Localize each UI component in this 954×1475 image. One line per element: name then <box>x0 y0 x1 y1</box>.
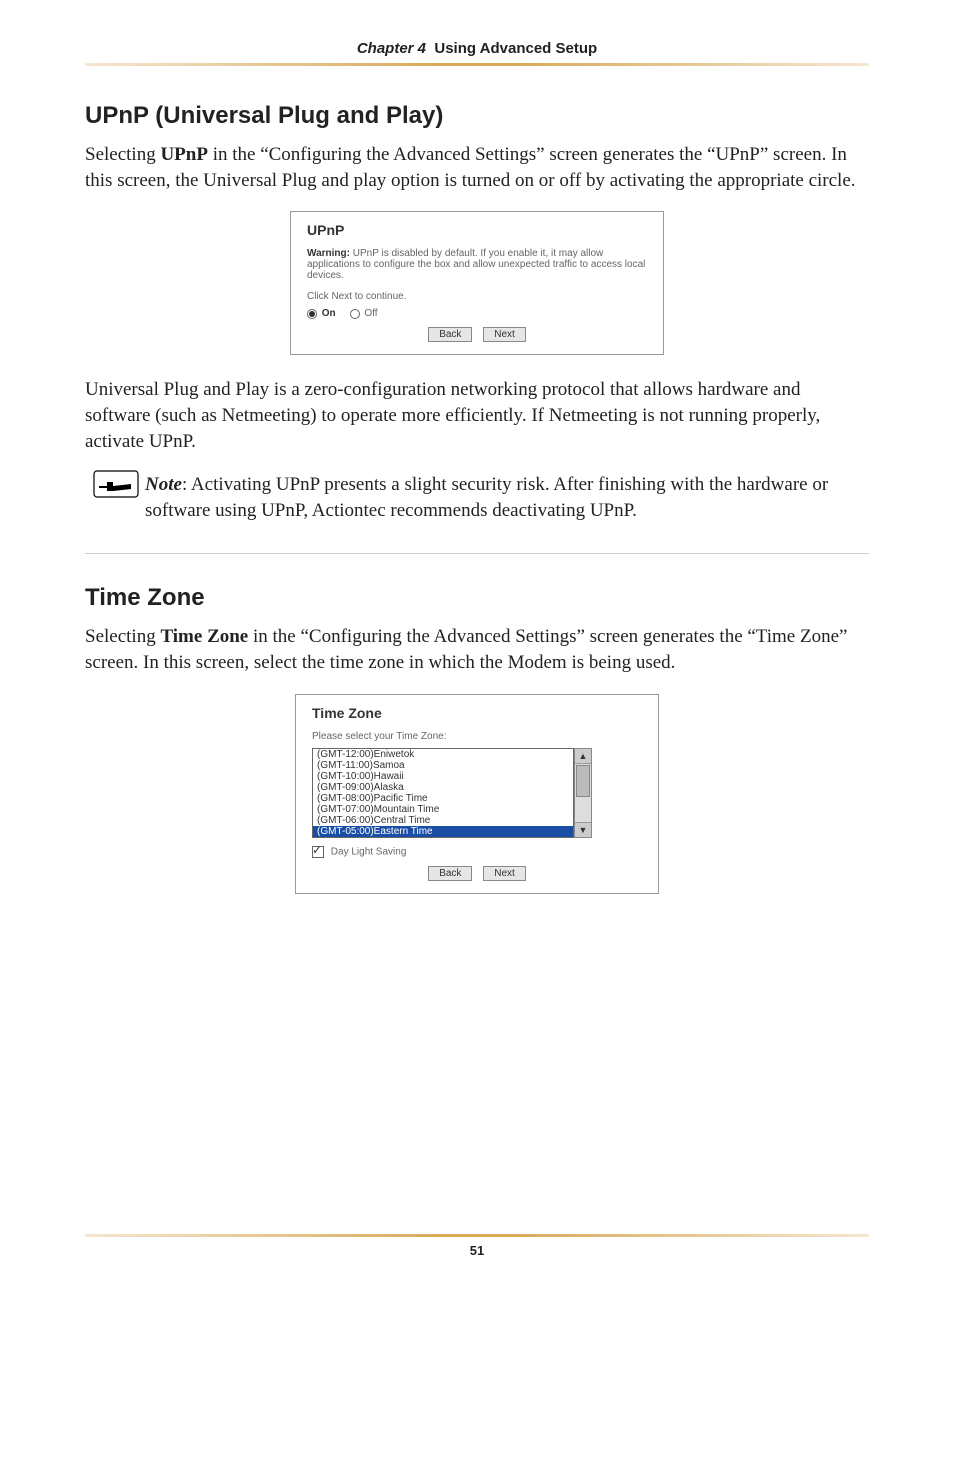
upnp-paragraph-2: Universal Plug and Play is a zero-config… <box>85 377 869 454</box>
listbox-scrollbar[interactable]: ▲ ▼ <box>574 748 592 838</box>
footer-rule <box>85 1234 869 1237</box>
timezone-option[interactable]: (GMT-05:00)Eastern Time <box>313 826 573 837</box>
warning-label: Warning: <box>307 248 350 259</box>
note-block: Note: Activating UPnP presents a slight … <box>145 472 869 523</box>
chapter-label: Chapter 4 <box>357 40 426 57</box>
text-bold: Time Zone <box>160 626 248 647</box>
click-next-text: Click Next to continue. <box>307 291 647 302</box>
timezone-heading: Time Zone <box>85 584 869 612</box>
text-bold: UPnP <box>160 144 208 165</box>
upnp-heading: UPnP (Universal Plug and Play) <box>85 102 869 130</box>
note-hand-icon <box>93 470 139 498</box>
radio-on-label: On <box>322 308 336 319</box>
text: Selecting <box>85 144 160 165</box>
upnp-paragraph-1: Selecting UPnP in the “Configuring the A… <box>85 142 869 193</box>
timezone-paragraph: Selecting Time Zone in the “Configuring … <box>85 624 869 675</box>
chapter-title: Using Advanced Setup <box>434 40 597 57</box>
radio-off[interactable] <box>350 309 360 319</box>
timezone-option[interactable]: (GMT-12:00)Eniwetok <box>313 749 573 760</box>
daylight-checkbox[interactable] <box>312 846 324 858</box>
timezone-option[interactable]: (GMT-08:00)Pacific Time <box>313 793 573 804</box>
page-number: 51 <box>85 1243 869 1258</box>
timezone-option[interactable]: (GMT-09:00)Alaska <box>313 782 573 793</box>
daylight-label: Day Light Saving <box>331 846 407 857</box>
back-button[interactable]: Back <box>428 866 472 881</box>
back-button[interactable]: Back <box>428 327 472 342</box>
scroll-thumb[interactable] <box>576 765 590 797</box>
timezone-option[interactable]: (GMT-10:00)Hawaii <box>313 771 573 782</box>
next-button[interactable]: Next <box>483 327 526 342</box>
tz-fig-title: Time Zone <box>312 705 642 721</box>
radio-off-label: Off <box>364 308 377 319</box>
radio-on[interactable] <box>307 309 317 319</box>
timezone-option[interactable]: (GMT-06:00)Central Time <box>313 815 573 826</box>
warning-text: UPnP is disabled by default. If you enab… <box>307 248 645 281</box>
tz-prompt: Please select your Time Zone: <box>312 731 642 742</box>
note-text: : Activating UPnP presents a slight secu… <box>145 474 828 521</box>
section-divider <box>85 553 869 554</box>
note-label: Note <box>145 474 182 495</box>
timezone-listbox[interactable]: (GMT-12:00)Eniwetok(GMT-11:00)Samoa(GMT-… <box>312 748 574 838</box>
scroll-down-icon[interactable]: ▼ <box>575 822 591 837</box>
timezone-option[interactable]: (GMT-11:00)Samoa <box>313 760 573 771</box>
header-rule <box>85 63 869 66</box>
timezone-screenshot: Time Zone Please select your Time Zone: … <box>295 694 659 894</box>
running-header: Chapter 4 Using Advanced Setup <box>85 40 869 57</box>
next-button[interactable]: Next <box>483 866 526 881</box>
text: Selecting <box>85 626 160 647</box>
timezone-option[interactable]: (GMT-07:00)Mountain Time <box>313 804 573 815</box>
upnp-screenshot: UPnP Warning: UPnP is disabled by defaul… <box>290 211 664 355</box>
scroll-up-icon[interactable]: ▲ <box>575 749 591 764</box>
upnp-fig-title: UPnP <box>307 222 647 238</box>
